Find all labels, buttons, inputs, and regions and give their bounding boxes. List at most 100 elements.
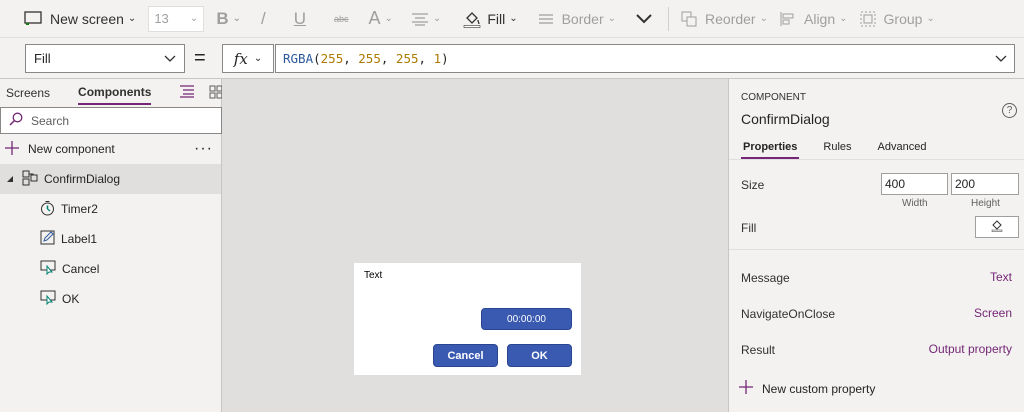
reorder-button[interactable]: Reorder ⌄ [675,0,774,38]
more-options-icon[interactable]: ··· [194,140,213,158]
formula-input[interactable]: RGBA(255, 255, 255, 1) [275,44,1015,73]
group-icon [860,11,876,27]
equals-sign: = [194,47,206,69]
group-button[interactable]: Group ⌄ [854,0,941,38]
fill-label: Fill [487,10,506,27]
bold-label: B [216,8,229,28]
command-bar: New screen ⌄ 13 ⌄ B ⌄ / U abc A ⌄ ⌄ Fill ⌄ … [0,0,1024,38]
component-icon [22,170,38,189]
custom-prop-result-value[interactable]: Output property [929,342,1012,356]
search-icon [9,112,23,129]
fill-button[interactable]: Fill ⌄ [453,0,527,38]
fill-color-picker[interactable] [975,216,1019,238]
formula-comma: , [343,51,359,66]
expand-formula-icon[interactable] [995,51,1007,66]
new-custom-property-button[interactable]: New custom property [739,380,875,397]
tree-item-cancel[interactable]: Cancel [0,254,221,284]
chevron-down-icon: ⌄ [839,13,848,24]
custom-prop-result-label: Result [741,343,776,357]
underline-button[interactable]: U [280,0,320,38]
tree-item-label: ConfirmDialog [44,172,121,186]
chevron-down-icon: ⌄ [384,13,393,24]
new-component-button[interactable]: New component ··· [0,134,221,164]
tree-item-confirmdialog[interactable]: ConfirmDialog [0,164,221,194]
timer-icon [40,200,55,219]
custom-prop-navigateonclose-value[interactable]: Screen [974,306,1012,320]
chevron-down-icon: ⌄ [607,13,617,24]
tree-list-view-icon[interactable] [179,84,195,102]
chevron-down-icon: ⌄ [253,53,263,64]
tree-item-label: Label1 [61,232,98,246]
confirm-dialog-component[interactable]: Text 00:00:00 Cancel OK [354,263,581,375]
strikethrough-label: abc [334,13,349,24]
border-label: Border [561,10,604,27]
collapse-triangle-icon[interactable] [6,172,14,186]
paint-bucket-icon [991,219,1003,235]
custom-prop-message-value[interactable]: Text [990,270,1012,284]
align-icon [780,11,796,27]
reorder-label: Reorder [705,10,756,27]
italic-label: / [260,8,266,28]
chevron-down-icon: ⌄ [509,13,518,24]
text-align-button[interactable]: ⌄ [399,0,453,38]
bold-button[interactable]: B ⌄ [210,0,247,38]
font-color-label: A [368,8,381,28]
font-size-value: 13 [154,11,169,26]
new-screen-button[interactable]: New screen ⌄ [0,0,142,38]
font-color-button[interactable]: A ⌄ [363,0,399,38]
properties-panel: COMPONENT ConfirmDialog ? Properties Rul… [728,79,1024,412]
search-box[interactable]: Search [0,107,222,134]
timer2-control[interactable]: 00:00:00 [481,308,572,330]
design-canvas[interactable]: Text 00:00:00 Cancel OK [222,79,728,412]
formula-bar: Fill = fx ⌄ RGBA(255, 255, 255, 1) [0,38,1024,79]
more-commands-button[interactable] [626,0,662,38]
italic-button[interactable]: / [247,0,280,38]
search-placeholder: Search [31,113,70,128]
formula-arg-alpha: 1 [433,51,442,66]
custom-prop-message-label: Message [741,271,790,285]
label1-text[interactable]: Text [364,270,382,281]
tab-rules[interactable]: Rules [821,139,853,159]
help-icon[interactable]: ? [1002,103,1017,118]
formula-arg-red: 255 [320,51,344,66]
strikethrough-button[interactable]: abc [320,0,363,38]
tree-item-timer2[interactable]: Timer2 [0,194,221,224]
chevron-down-icon: ⌄ [759,13,768,24]
panel-title: ConfirmDialog [741,111,830,127]
chevron-down-icon: ⌄ [189,13,199,24]
width-input[interactable]: 400 [881,173,948,195]
tab-components[interactable]: Components [78,81,152,105]
border-button[interactable]: Border ⌄ [528,0,626,38]
cancel-button[interactable]: Cancel [433,344,498,367]
tree-item-label: Cancel [62,262,100,276]
tab-advanced[interactable]: Advanced [876,139,929,159]
ok-button[interactable]: OK [507,344,572,367]
custom-prop-navigateonclose-label: NavigateOnClose [741,307,836,321]
font-size-select[interactable]: 13 ⌄ [148,5,205,32]
paint-bucket-icon [463,10,481,28]
align-button[interactable]: Align ⌄ [774,0,854,38]
chevron-down-icon: ⌄ [232,13,241,24]
label-control-icon [40,230,55,248]
plus-icon [739,380,753,397]
formula-function: RGBA [283,51,314,66]
chevron-down-icon [636,13,652,24]
formula-comma: , [380,51,396,66]
panel-category: COMPONENT [741,92,806,103]
tab-screens[interactable]: Screens [6,82,50,104]
tree-item-ok[interactable]: OK [0,284,221,314]
property-dropdown[interactable]: Fill [25,44,185,73]
formula-arg-green: 255 [358,51,381,66]
width-caption: Width [902,198,928,209]
formula-paren-open: ( [313,51,321,66]
new-custom-property-label: New custom property [762,381,876,396]
tab-properties[interactable]: Properties [741,139,800,159]
size-label: Size [741,178,765,192]
plus-icon [5,140,19,158]
align-label: Align [804,10,836,27]
formula-arg-blue: 255 [395,51,419,66]
height-input[interactable]: 200 [951,173,1019,195]
function-button[interactable]: fx ⌄ [222,44,274,73]
properties-tabs: Properties Rules Advanced [741,139,950,159]
tree-item-label1[interactable]: Label1 [0,224,221,254]
